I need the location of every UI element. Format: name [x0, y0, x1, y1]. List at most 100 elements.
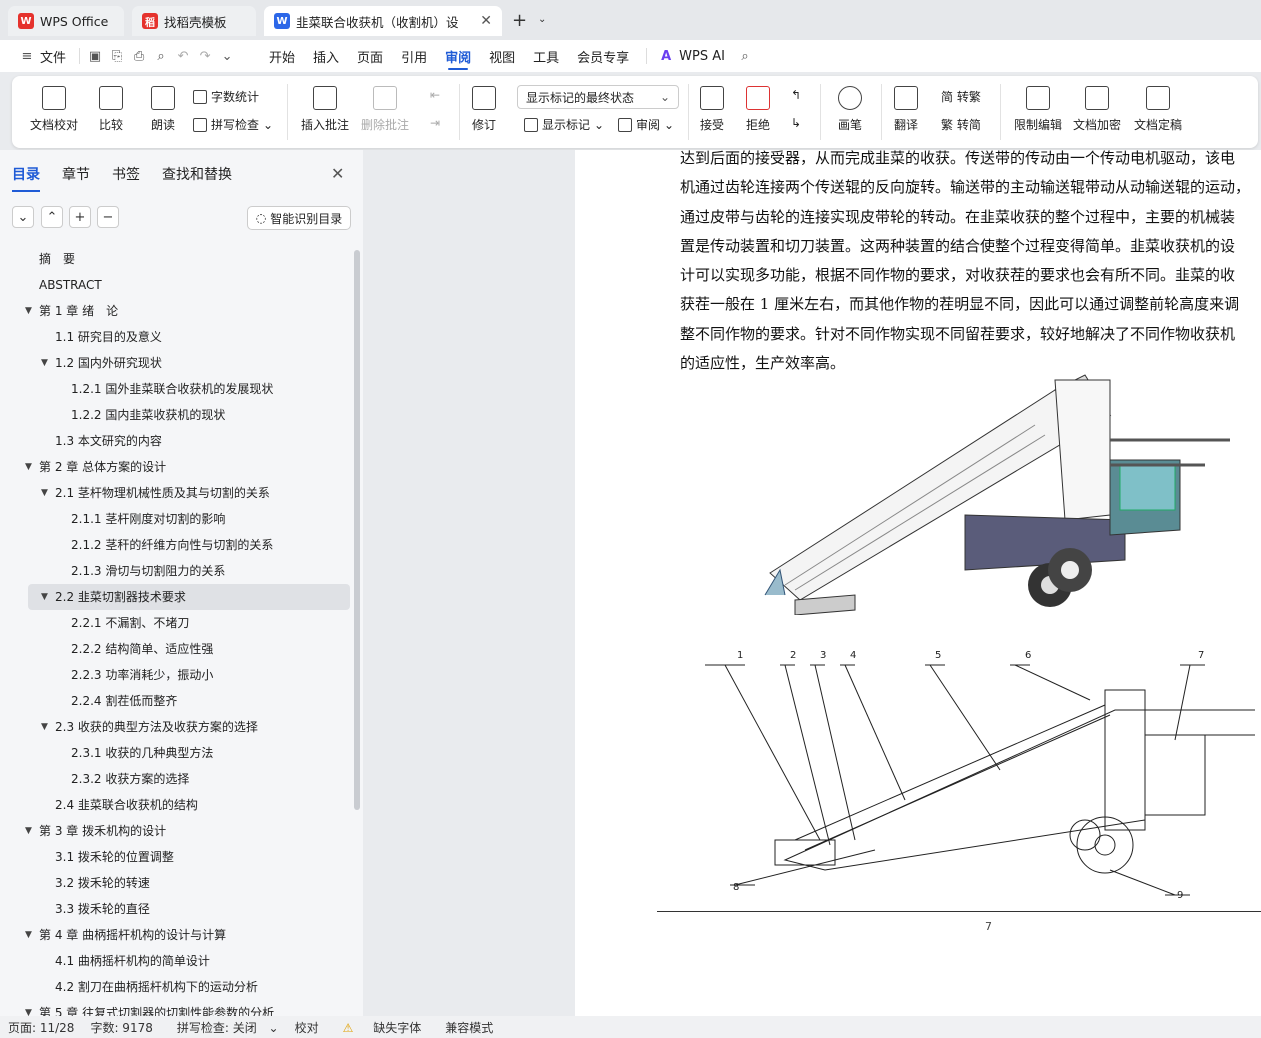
trad-button[interactable]: 简 转繁 — [941, 88, 981, 105]
tab-list-chevron-icon[interactable]: ⌄ — [538, 14, 546, 25]
restrict-edit-button[interactable]: 限制编辑 — [1014, 86, 1062, 133]
toc-item[interactable]: ▼ 2.3 收获的典型方法及收获方案的选择 — [28, 714, 350, 740]
toc-item[interactable]: 2.1.2 茎秆的纤维方向性与切割的关系 — [28, 532, 350, 558]
toc-item[interactable]: ▼ 1.2 国内外研究现状 — [28, 350, 350, 376]
status-proof[interactable]: 校对 — [287, 1019, 327, 1036]
menu-start[interactable]: 开始 — [260, 40, 304, 72]
remove-heading-button[interactable]: − — [97, 206, 119, 228]
toc-item[interactable]: 2.1.1 茎杆刚度对切割的影响 — [28, 506, 350, 532]
print-icon[interactable]: ⎙ — [128, 45, 150, 67]
toc-item[interactable]: 3.1 拨禾轮的位置调整 — [28, 844, 350, 870]
tab-bookmarks[interactable]: 书签 — [112, 164, 140, 184]
toc-item[interactable]: 4.2 割刀在曲柄摇杆机构下的运动分析 — [28, 974, 350, 1000]
toc-item[interactable]: 2.2.1 不漏割、不堵刀 — [28, 610, 350, 636]
next-change-icon[interactable]: ↳ — [791, 116, 801, 130]
menu-page[interactable]: 页面 — [348, 40, 392, 72]
menu-wps-ai[interactable]: WPS AI — [677, 40, 734, 72]
expand-arrow-icon[interactable]: ▼ — [25, 298, 32, 324]
add-heading-button[interactable]: + — [69, 206, 91, 228]
pen-button[interactable]: 画笔 — [838, 86, 862, 133]
expand-arrow-icon[interactable]: ▼ — [25, 454, 32, 480]
close-tab-icon[interactable]: ✕ — [480, 13, 492, 29]
sidebar-scrollbar[interactable] — [354, 250, 360, 810]
toc-item[interactable]: 3.2 拨禾轮的转速 — [28, 870, 350, 896]
prev-change-icon[interactable]: ↰ — [791, 88, 801, 102]
toc-item[interactable]: 2.2.2 结构简单、适应性强 — [28, 636, 350, 662]
expand-arrow-icon[interactable]: ▼ — [41, 584, 48, 610]
word-count-button[interactable]: 字数统计 — [193, 88, 259, 105]
reject-button[interactable]: 拒绝 — [746, 86, 770, 133]
tab-toc[interactable]: 目录 — [12, 164, 40, 192]
expand-down-button[interactable]: ⌄ — [12, 206, 34, 228]
toc-item[interactable]: 摘 要 — [28, 246, 350, 272]
toc-item[interactable]: 2.1.3 滑切与切割阻力的关系 — [28, 558, 350, 584]
toc-item[interactable]: 2.3.1 收获的几种典型方法 — [28, 740, 350, 766]
menu-tools[interactable]: 工具 — [524, 40, 568, 72]
smart-toc-button[interactable]: ◌ 智能识别目录 — [247, 206, 351, 230]
toc-item[interactable]: ▼ 第 3 章 拨禾机构的设计 — [25, 818, 350, 844]
accept-button[interactable]: 接受 — [700, 86, 724, 133]
spell-check-button[interactable]: 拼写检查 ⌄ — [193, 116, 273, 133]
toc-item[interactable]: ABSTRACT — [28, 272, 350, 298]
tab-chapters[interactable]: 章节 — [62, 164, 90, 184]
toc-item[interactable]: ▼ 2.2 韭菜切割器技术要求 — [28, 584, 350, 610]
translate-button[interactable]: 翻译 — [894, 86, 918, 133]
search-icon[interactable]: ⌕ — [734, 45, 756, 67]
toc-item[interactable]: 1.1 研究目的及意义 — [28, 324, 350, 350]
menu-member[interactable]: 会员专享 — [568, 40, 638, 72]
insert-comment-button[interactable]: 插入批注 — [301, 86, 349, 133]
read-aloud-button[interactable]: 朗读 — [151, 86, 175, 133]
tab-find-replace[interactable]: 查找和替换 — [162, 164, 232, 184]
toc-item[interactable]: 1.2.1 国外韭菜联合收获机的发展现状 — [28, 376, 350, 402]
tab-template[interactable]: 稻 找稻壳模板 — [132, 6, 256, 36]
status-page[interactable]: 页面: 11/28 — [0, 1019, 82, 1036]
show-markup-button[interactable]: 显示标记 ⌄ — [524, 116, 604, 133]
toc-item[interactable]: 2.2.3 功率消耗少，振动小 — [28, 662, 350, 688]
expand-arrow-icon[interactable]: ▼ — [41, 350, 48, 376]
revise-button[interactable]: 修订 — [472, 86, 496, 133]
new-tab-icon[interactable]: + — [512, 10, 527, 31]
expand-arrow-icon[interactable]: ▼ — [25, 922, 32, 948]
simp-button[interactable]: 繁 转简 — [941, 116, 981, 133]
menu-reference[interactable]: 引用 — [392, 40, 436, 72]
tab-wps-office[interactable]: W WPS Office — [8, 6, 124, 36]
menu-file[interactable]: 文件 — [38, 40, 75, 72]
toc-item[interactable]: 1.3 本文研究的内容 — [28, 428, 350, 454]
expand-arrow-icon[interactable]: ▼ — [41, 714, 48, 740]
expand-arrow-icon[interactable]: ▼ — [25, 818, 32, 844]
toc-item[interactable]: 2.3.2 收获方案的选择 — [28, 766, 350, 792]
markup-state-select[interactable]: 显示标记的最终状态 ⌄ — [517, 85, 679, 109]
menu-view[interactable]: 视图 — [480, 40, 524, 72]
print-preview-icon[interactable]: ⌕ — [150, 45, 172, 67]
undo-icon[interactable]: ↶ — [172, 45, 194, 67]
review-pane-button[interactable]: 审阅 ⌄ — [618, 116, 674, 133]
save-icon[interactable]: ▣ — [84, 45, 106, 67]
close-sidebar-icon[interactable]: ✕ — [331, 164, 344, 183]
redo-icon[interactable]: ↷ — [194, 45, 216, 67]
collapse-up-button[interactable]: ⌃ — [41, 206, 63, 228]
menu-insert[interactable]: 插入 — [304, 40, 348, 72]
more-chevron-icon[interactable]: ⌄ — [216, 45, 238, 67]
status-words[interactable]: 字数: 9178 — [82, 1019, 160, 1036]
hamburger-icon[interactable]: ≡ — [16, 45, 38, 67]
toc-item[interactable]: ▼ 第 1 章 绪 论 — [25, 298, 350, 324]
proof-button[interactable]: 文档校对 — [30, 86, 78, 133]
expand-arrow-icon[interactable]: ▼ — [41, 480, 48, 506]
delete-comment-button[interactable]: 删除批注 — [361, 86, 409, 133]
encrypt-button[interactable]: 文档加密 — [1073, 86, 1121, 133]
prev-comment-icon[interactable]: ⇤ — [430, 88, 440, 102]
toc-item[interactable]: ▼ 第 4 章 曲柄摇杆机构的设计与计算 — [25, 922, 350, 948]
export-icon[interactable]: ⎘ — [106, 45, 128, 67]
toc-item[interactable]: 4.1 曲柄摇杆机构的简单设计 — [28, 948, 350, 974]
compare-button[interactable]: 比较 — [99, 86, 123, 133]
toc-item[interactable]: 2.4 韭菜联合收获机的结构 — [28, 792, 350, 818]
toc-item[interactable]: ▼ 第 2 章 总体方案的设计 — [25, 454, 350, 480]
toc-item[interactable]: 2.2.4 割茬低而整齐 — [28, 688, 350, 714]
status-spell[interactable]: 拼写检查: 关闭 ⌄ — [161, 1019, 287, 1036]
status-missing-font[interactable]: ⚠ 缺失字体 — [327, 1019, 438, 1036]
finalize-button[interactable]: 文档定稿 — [1134, 86, 1182, 133]
toc-item[interactable]: 1.2.2 国内韭菜收获机的现状 — [28, 402, 350, 428]
toc-item[interactable]: ▼ 2.1 茎杆物理机械性质及其与切割的关系 — [28, 480, 350, 506]
toc-item[interactable]: 3.3 拨禾轮的直径 — [28, 896, 350, 922]
next-comment-icon[interactable]: ⇥ — [430, 116, 440, 130]
